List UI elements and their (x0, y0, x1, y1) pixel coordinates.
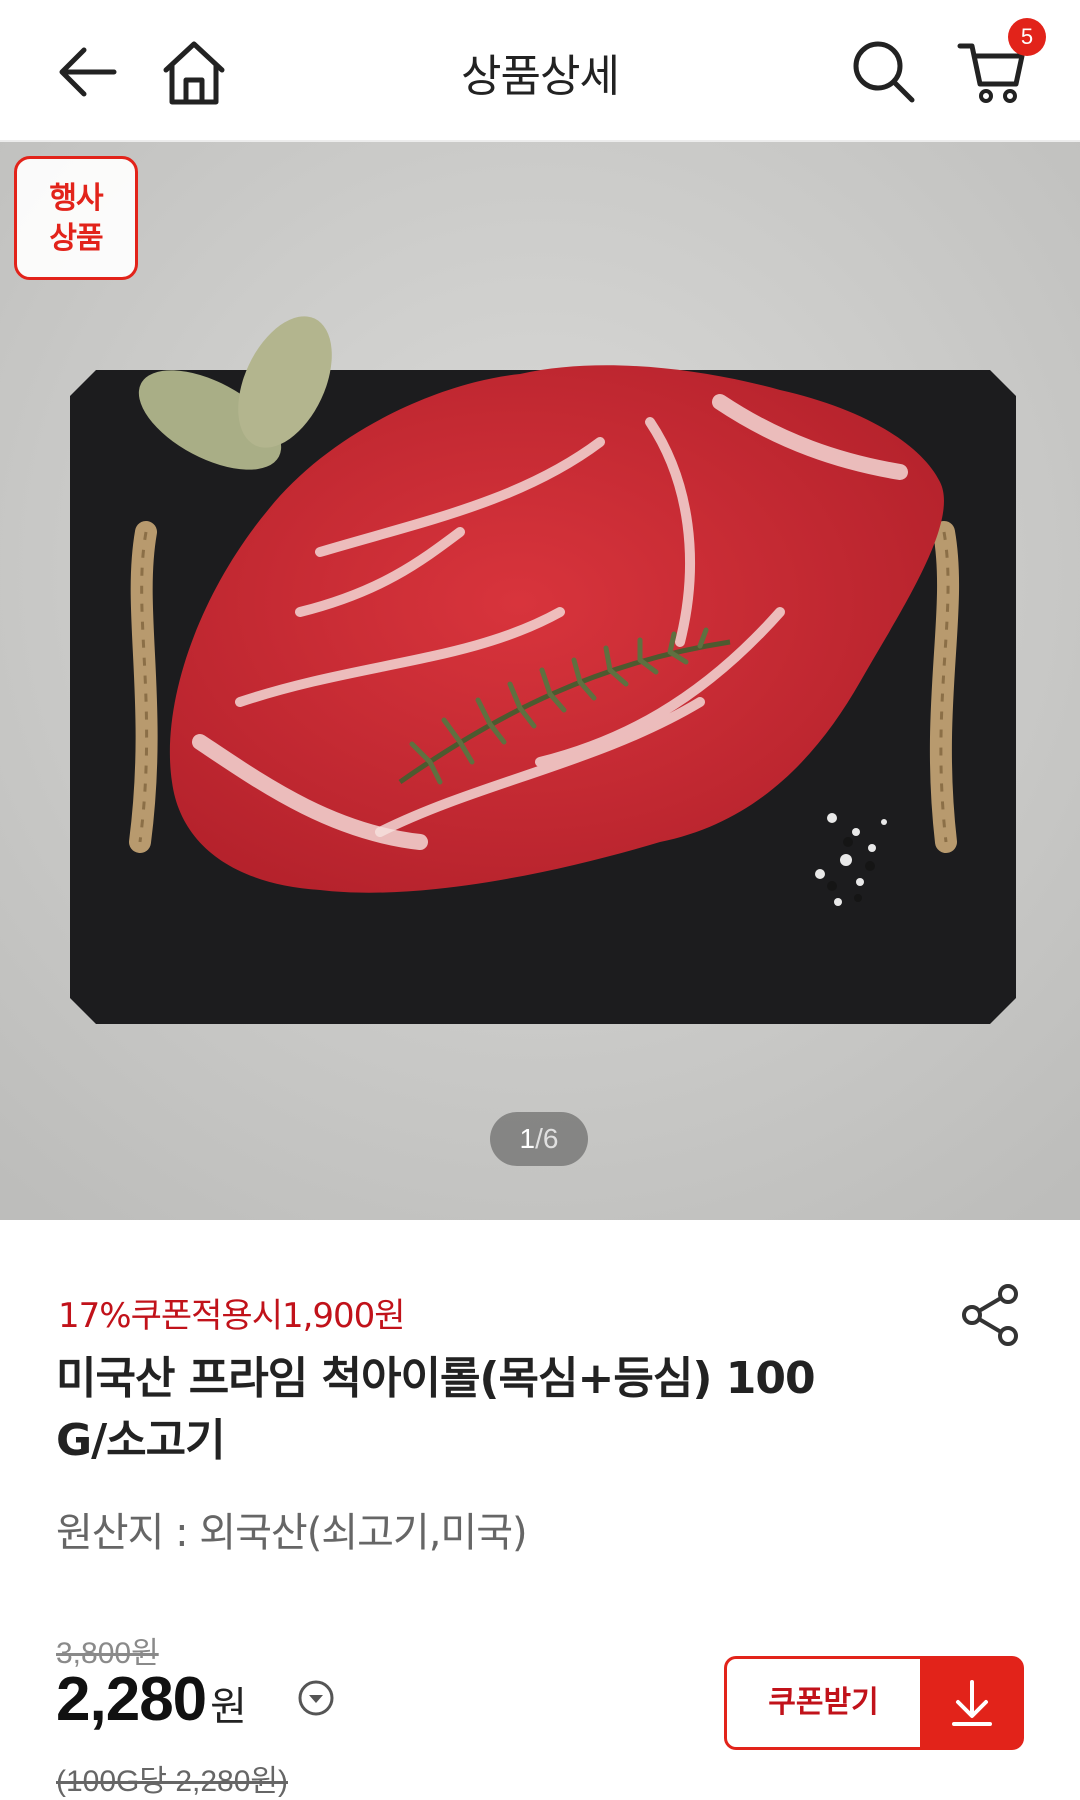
product-title: 미국산 프라임 척아이롤(목심+등심) 100 G/소고기 (56, 1353, 816, 1466)
product-photo (0, 142, 1080, 1220)
unit-price: (100G당 2,280원) (56, 1765, 288, 1798)
search-icon (853, 41, 915, 103)
pager-total: 6 (542, 1123, 559, 1154)
sale-price: 2,280 원 (56, 1664, 247, 1735)
share-button[interactable] (958, 1282, 1024, 1348)
image-pager: 1/6 (490, 1112, 588, 1166)
pager-current: 1 (519, 1123, 536, 1154)
price-value: 2,280 (56, 1665, 207, 1734)
get-coupon-label: 쿠폰받기 (724, 1656, 920, 1750)
top-app-bar: 상품상세 5 (0, 0, 1080, 142)
coupon-discount-text: 17%쿠폰적용시1,900원 (58, 1296, 406, 1336)
search-button[interactable] (848, 36, 920, 108)
download-icon (952, 1680, 992, 1726)
get-coupon-button[interactable]: 쿠폰받기 (724, 1656, 1024, 1750)
pager-separator: / (535, 1123, 543, 1154)
origin-text: 원산지 : 외국산(쇠고기,미국) (56, 1510, 528, 1556)
price-detail-button[interactable] (296, 1678, 336, 1718)
coupon-download-area[interactable] (920, 1656, 1024, 1750)
event-product-tag: 행사 상품 (14, 156, 138, 280)
product-image-carousel[interactable]: 행사 상품 1/6 (0, 142, 1080, 1220)
event-tag-line2: 상품 (49, 221, 103, 256)
share-icon (962, 1284, 1018, 1346)
event-tag-line1: 행사 (49, 181, 103, 216)
chevron-down-circle-icon (298, 1680, 334, 1716)
cart-count-badge: 5 (1008, 18, 1046, 56)
price-unit: 원 (210, 1684, 247, 1730)
